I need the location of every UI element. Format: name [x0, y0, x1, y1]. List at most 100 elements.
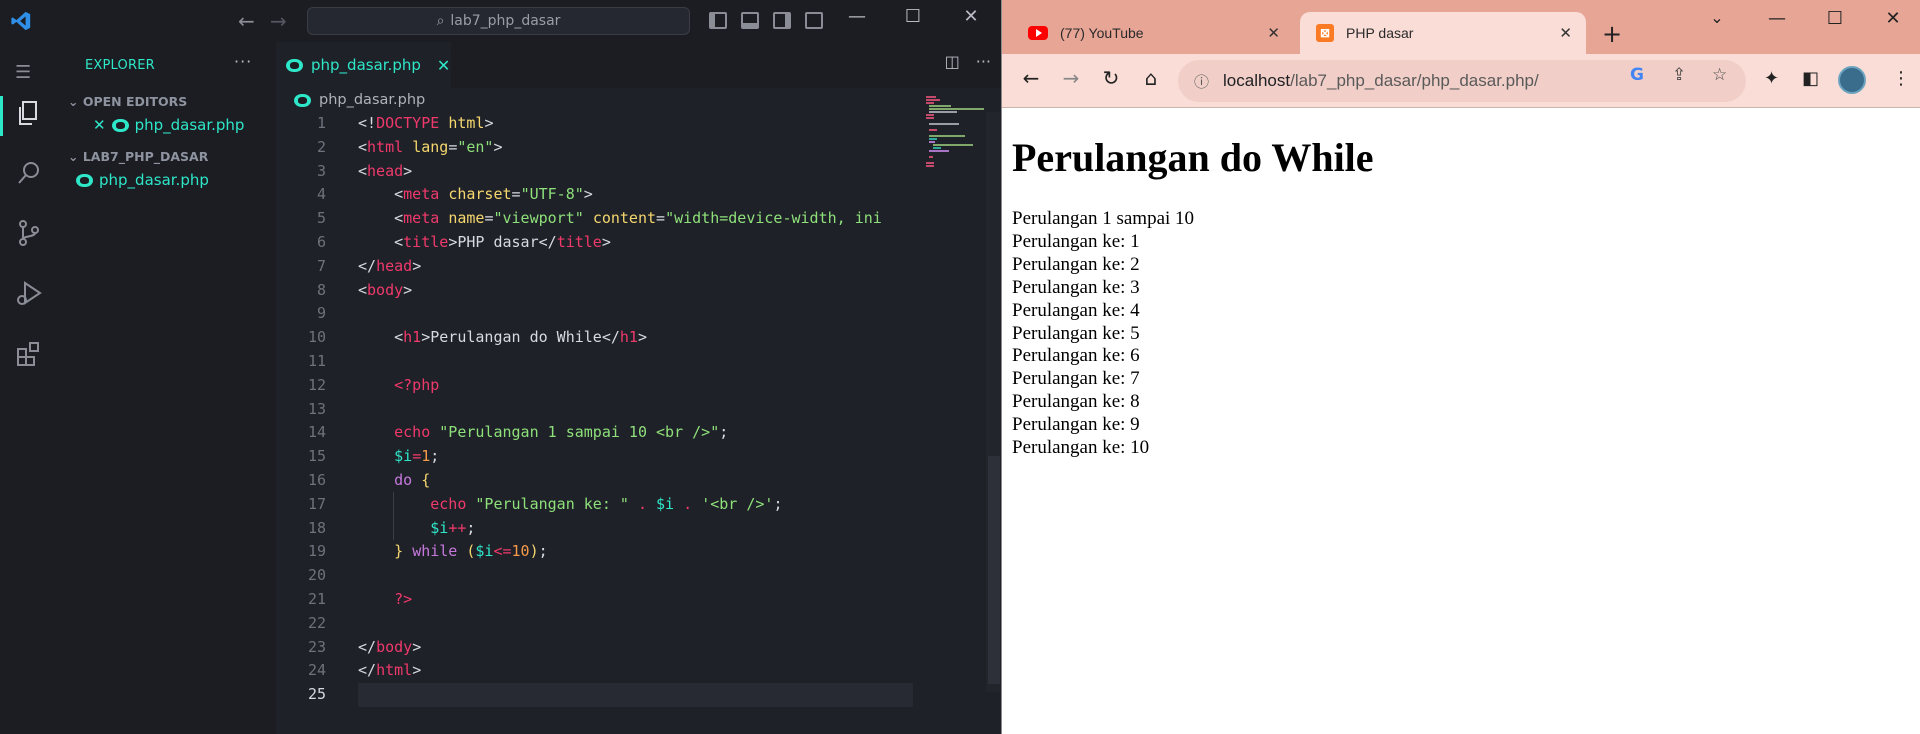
youtube-icon — [1028, 26, 1048, 40]
active-indicator — [0, 96, 3, 136]
close-icon[interactable]: ✕ — [1267, 24, 1280, 42]
code-line: 2 <html lang="en"> — [316, 137, 503, 156]
minimap[interactable] — [924, 92, 984, 212]
code-line: 21 ?> — [307, 589, 413, 608]
source-control-icon[interactable] — [14, 218, 44, 248]
code-line: 24 </html> — [307, 661, 422, 680]
close-button[interactable]: ✕ — [956, 6, 986, 27]
home-icon[interactable]: ⌂ — [1136, 66, 1166, 90]
toggle-primary-sidebar-icon[interactable] — [709, 12, 727, 29]
code-line: 11 — [307, 351, 326, 370]
output-line: Perulangan ke: 4 — [1012, 299, 1140, 321]
maximize-button[interactable]: ☐ — [1820, 8, 1850, 29]
php-file-icon — [294, 93, 311, 107]
extensions-icon[interactable]: ✦ — [1764, 68, 1779, 89]
toggle-secondary-sidebar-icon[interactable] — [773, 12, 791, 29]
code-line: 18 $i++; — [307, 518, 476, 537]
code-line: 8 <body> — [316, 280, 413, 299]
code-line: 22 — [307, 613, 326, 632]
site-info-icon[interactable]: ⓘ — [1194, 71, 1209, 92]
breadcrumb[interactable]: php_dasar.php — [294, 92, 425, 108]
back-arrow-icon[interactable]: ← — [1016, 66, 1046, 90]
output-line: Perulangan 1 sampai 10 — [1012, 208, 1195, 229]
minimize-button[interactable]: — — [1762, 8, 1792, 29]
code-line-current: 25 — [276, 683, 976, 707]
code-line: 6 <title>PHP dasar</title> — [316, 232, 611, 251]
url-text: localhost/lab7_php_dasar/php_dasar.php/ — [1223, 71, 1539, 90]
vscode-window: ← → ⌕ lab7_php_dasar — ☐ ✕ ☰ EXPLORER ··… — [0, 0, 1001, 734]
output-line: Perulangan ke: 2 — [1012, 253, 1140, 275]
php-file-icon — [76, 173, 93, 187]
code-line: 1 <!DOCTYPE html> — [316, 114, 494, 132]
code-line: 12 <?php — [307, 375, 440, 394]
maximize-button[interactable]: ☐ — [898, 6, 928, 27]
forward-arrow-icon[interactable]: → — [1056, 66, 1086, 90]
minimize-button[interactable]: — — [842, 6, 872, 27]
code-line: 3 <head> — [316, 161, 413, 180]
code-line: 5 <meta name="viewport" content="width=d… — [316, 209, 882, 228]
code-line: 23 </body> — [307, 637, 422, 656]
share-icon[interactable]: ⇪ — [1672, 65, 1686, 85]
code-line: 15 $i=1; — [307, 447, 440, 466]
close-icon[interactable]: ✕ — [437, 56, 450, 75]
open-editor-item[interactable]: ✕ php_dasar.php — [93, 116, 244, 134]
page-title: Perulangan do While — [1012, 135, 1374, 180]
bookmark-star-icon[interactable]: ☆ — [1712, 65, 1727, 85]
customize-layout-icon[interactable] — [805, 12, 823, 29]
code-line: 9 — [316, 304, 326, 323]
command-center-search[interactable]: ⌕ lab7_php_dasar — [307, 7, 690, 35]
tab-php-dasar[interactable]: ⊠ PHP dasar ✕ — [1300, 12, 1586, 54]
avatar[interactable] — [1838, 66, 1866, 94]
back-arrow-icon[interactable]: ← — [238, 9, 255, 33]
code-line: 17 echo "Perulangan ke: " . $i . '<br />… — [307, 494, 783, 513]
reload-icon[interactable]: ↻ — [1096, 66, 1126, 90]
new-tab-button[interactable]: + — [1602, 20, 1622, 48]
address-bar[interactable]: ⓘ localhost/lab7_php_dasar/php_dasar.php… — [1178, 60, 1746, 102]
open-editors-section[interactable]: ⌄ OPEN EDITORS — [68, 94, 187, 109]
editor-actions: ◫ ··· — [945, 52, 991, 71]
code-editor[interactable]: 1 <!DOCTYPE html> 2 <html lang="en"> 3 <hea… — [276, 112, 976, 707]
run-debug-icon[interactable] — [14, 278, 44, 308]
search-icon[interactable] — [14, 158, 44, 188]
tab-label: PHP dasar — [1346, 25, 1414, 41]
output-line: Perulangan ke: 10 — [1012, 437, 1150, 459]
close-button[interactable]: ✕ — [1878, 8, 1908, 29]
project-file-item[interactable]: php_dasar.php — [76, 171, 209, 189]
explorer-icon[interactable] — [14, 98, 44, 128]
chrome-window: (77) YouTube ✕ ⊠ PHP dasar ✕ + ⌄ — ☐ ✕ ←… — [1001, 0, 1920, 734]
tab-label: php_dasar.php — [311, 56, 421, 74]
chrome-menu-icon[interactable]: ⋮ — [1892, 68, 1910, 89]
output-line: Perulangan ke: 1 — [1012, 230, 1140, 252]
close-icon[interactable]: ✕ — [1559, 24, 1572, 42]
output-line: Perulangan ke: 3 — [1012, 276, 1140, 298]
project-folder-section[interactable]: ⌄ LAB7_PHP_DASAR — [68, 149, 208, 164]
code-line: 20 — [307, 566, 326, 585]
code-line: 7 </head> — [316, 256, 422, 275]
more-actions-icon[interactable]: ··· — [976, 52, 991, 71]
google-lens-icon[interactable]: G — [1630, 65, 1644, 85]
sidebar-title: EXPLORER — [85, 58, 155, 73]
menu-icon[interactable]: ☰ — [15, 62, 31, 83]
output-line: Perulangan ke: 5 — [1012, 322, 1140, 344]
toggle-panel-icon[interactable] — [741, 12, 759, 29]
tab-label: (77) YouTube — [1060, 25, 1144, 41]
chrome-tabstrip: (77) YouTube ✕ ⊠ PHP dasar ✕ + ⌄ — ☐ ✕ — [1002, 0, 1920, 54]
editor-tabbar: php_dasar.php ✕ ◫ ··· — [276, 42, 1001, 88]
code-line: 19 } while ($i<=10); — [307, 542, 548, 561]
scrollbar-thumb[interactable] — [988, 456, 1000, 684]
split-editor-icon[interactable]: ◫ — [945, 52, 960, 71]
forward-arrow-icon[interactable]: → — [270, 9, 287, 33]
tab-youtube[interactable]: (77) YouTube ✕ — [1004, 12, 1294, 54]
vscode-titlebar: ← → ⌕ lab7_php_dasar — ☐ ✕ — [0, 0, 1001, 42]
chrome-toolbar: ← → ↻ ⌂ ⓘ localhost/lab7_php_dasar/php_d… — [1002, 54, 1920, 108]
editor-area: php_dasar.php ✕ ◫ ··· php_dasar.php 1 <!D… — [276, 42, 1001, 734]
tab-php-dasar[interactable]: php_dasar.php ✕ — [276, 42, 451, 88]
project-file-label: php_dasar.php — [99, 171, 209, 189]
more-actions-icon[interactable]: ··· — [234, 52, 252, 71]
tab-search-icon[interactable]: ⌄ — [1702, 8, 1732, 27]
extensions-icon[interactable] — [14, 338, 44, 368]
open-editor-label: php_dasar.php — [134, 116, 245, 134]
side-panel-icon[interactable]: ◧ — [1802, 68, 1819, 89]
xampp-icon: ⊠ — [1316, 24, 1334, 42]
close-icon[interactable]: ✕ — [93, 116, 106, 134]
